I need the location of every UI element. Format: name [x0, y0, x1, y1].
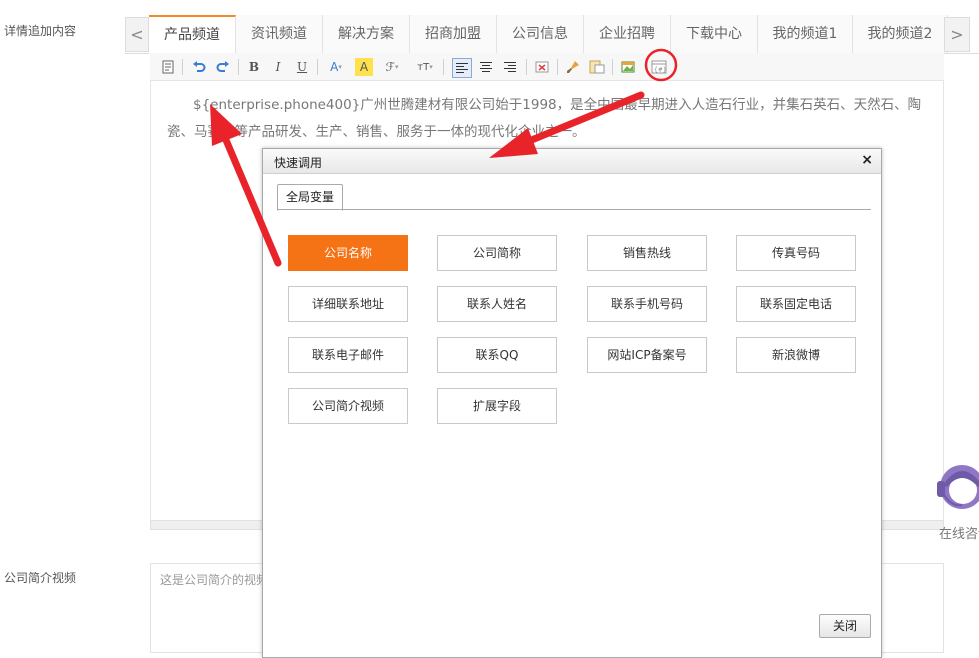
undo-icon[interactable] — [190, 58, 208, 76]
dialog-titlebar[interactable]: 快速调用 × — [263, 149, 881, 174]
tab-channel-8[interactable]: 我的频道1 — [758, 15, 853, 53]
toolbar-divider — [526, 59, 527, 75]
paste-icon[interactable] — [588, 58, 606, 76]
variable-button[interactable]: 网站ICP备案号 — [587, 337, 707, 373]
customer-service-icon — [937, 465, 979, 509]
variable-button[interactable]: 联系QQ — [437, 337, 557, 373]
editor-toolbar: B I U A ▾ A ℱ ▾ тT ▾ {#} — [150, 53, 944, 81]
align-right-icon[interactable] — [501, 58, 519, 76]
quick-insert-dialog: 快速调用 × 全局变量 公司名称 公司简称 销售热线 传真号码 详细联系地址 联系人姓名联… — [262, 148, 882, 658]
toolbar-divider — [557, 59, 558, 75]
company-video-placeholder: 这是公司简介的视频 — [160, 573, 269, 587]
dialog-tab-divider — [277, 209, 871, 210]
tab-global-variables[interactable]: 全局变量 — [277, 184, 344, 211]
svg-text:{#}: {#} — [654, 67, 667, 74]
align-center-icon[interactable] — [477, 58, 495, 76]
variable-button[interactable]: 联系手机号码 — [587, 286, 707, 322]
tabs-next-button[interactable]: > — [944, 17, 970, 52]
align-left-icon[interactable] — [452, 58, 472, 78]
tabs-prev-button[interactable]: < — [125, 17, 149, 52]
font-family-icon[interactable]: ℱ ▾ — [383, 58, 401, 76]
close-icon[interactable]: × — [861, 152, 873, 168]
variable-button[interactable]: 详细联系地址 — [288, 286, 408, 322]
tab-channel-7[interactable]: 下载中心 — [671, 15, 758, 53]
redo-icon[interactable] — [214, 58, 232, 76]
quick-insert-icon[interactable]: {#} — [650, 58, 668, 76]
toolbar-divider — [182, 59, 183, 75]
tab-channel-4[interactable]: 招商加盟 — [410, 15, 497, 53]
tab-channel-1[interactable]: 产品频道 — [149, 15, 236, 54]
toolbar-divider — [443, 59, 444, 75]
tab-channel-2[interactable]: 资讯频道 — [236, 15, 323, 53]
variable-button[interactable]: 传真号码 — [736, 235, 856, 271]
tab-channel-5[interactable]: 公司信息 — [497, 15, 584, 53]
toolbar-divider — [612, 59, 613, 75]
variable-button[interactable]: 公司简介视频 — [288, 388, 408, 424]
bold-icon[interactable]: B — [245, 58, 263, 76]
chevron-left-icon: < — [130, 25, 144, 44]
font-color-glyph: A — [330, 60, 339, 74]
variable-button[interactable]: 联系固定电话 — [736, 286, 856, 322]
variable-button[interactable]: 联系电子邮件 — [288, 337, 408, 373]
detail-content-label: 详情追加内容 — [4, 24, 77, 38]
toolbar-divider — [317, 59, 318, 75]
highlight-glyph: A — [359, 60, 369, 74]
clear-format-icon[interactable] — [533, 58, 551, 76]
online-service-label: 在线咨询 — [939, 527, 979, 542]
font-size-glyph: тT — [417, 61, 430, 73]
variable-button[interactable]: 公司简称 — [437, 235, 557, 271]
editor-content[interactable]: ${enterprise.phone400}广州世腾建材有限公司始于1998，是… — [167, 92, 927, 146]
variable-button[interactable]: 公司名称 — [288, 235, 408, 271]
font-size-icon[interactable]: тT ▾ — [416, 58, 434, 76]
tab-channel-6[interactable]: 企业招聘 — [584, 15, 671, 53]
variable-button[interactable]: 销售热线 — [587, 235, 707, 271]
variable-button[interactable]: 新浪微博 — [736, 337, 856, 373]
toolbar-divider — [238, 59, 239, 75]
font-color-icon[interactable]: A ▾ — [327, 58, 345, 76]
font-family-glyph: ℱ — [385, 60, 395, 74]
variable-button[interactable]: 扩展字段 — [437, 388, 557, 424]
dialog-close-button[interactable]: 关闭 — [819, 614, 871, 638]
italic-icon[interactable]: I — [269, 58, 287, 76]
insert-image-icon[interactable] — [619, 58, 637, 76]
highlight-icon[interactable]: A — [355, 58, 373, 76]
source-icon[interactable] — [159, 58, 177, 76]
variable-button[interactable]: 联系人姓名 — [437, 286, 557, 322]
company-video-label: 公司简介视频 — [4, 571, 77, 585]
underline-icon[interactable]: U — [293, 58, 311, 76]
brush-icon[interactable] — [564, 58, 582, 76]
tab-channel-9[interactable]: 我的频道2 — [853, 15, 948, 53]
dialog-title: 快速调用 — [274, 156, 323, 170]
chevron-right-icon: > — [950, 25, 964, 44]
tab-channel-3[interactable]: 解决方案 — [323, 15, 410, 53]
